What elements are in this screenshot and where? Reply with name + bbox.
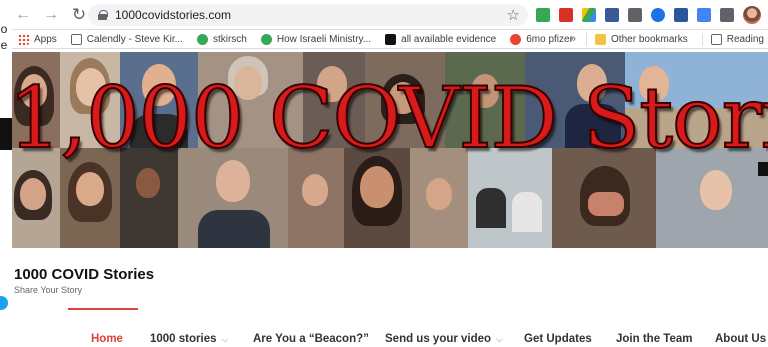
menu-item-send-video[interactable]: Send us your video ⌵	[385, 333, 503, 345]
menu-label: Get Updates	[524, 333, 592, 345]
menu-item-join-team[interactable]: Join the Team	[616, 333, 692, 345]
other-bookmarks[interactable]: Other bookmarks	[595, 33, 688, 45]
google-drive-icon[interactable]	[582, 8, 596, 22]
menu-item-about-us[interactable]: About Us	[715, 333, 766, 345]
main-menu: Home 1000 stories ⌵ Are You a “Beacon?” S…	[8, 327, 768, 347]
apps-grid-icon	[18, 33, 29, 45]
address-url: 1000covidstories.com	[115, 8, 232, 22]
bookmark-label: How Israeli Ministry...	[276, 33, 372, 45]
active-menu-indicator	[68, 308, 138, 310]
extensions-bar	[536, 6, 761, 24]
pfizer-icon	[510, 33, 522, 45]
bookmark-calendly[interactable]: Calendly - Steve Kir...	[70, 33, 183, 45]
extension-icon[interactable]	[651, 8, 665, 22]
bookmark-label: Reading	[726, 33, 764, 45]
background-window-fragment: ho he t	[0, 0, 12, 347]
chevron-down-icon: ⌵	[221, 334, 229, 344]
bookmark-evidence[interactable]: all available evidence	[385, 33, 497, 45]
bookmark-label: 6mo pfizer	[526, 33, 573, 45]
t-icon	[385, 33, 397, 45]
pdf-extension-icon[interactable]	[559, 8, 573, 22]
bookmark-pfizer[interactable]: 6mo pfizer	[510, 33, 573, 45]
menu-label: 1000 stories	[150, 333, 217, 345]
menu-item-get-updates[interactable]: Get Updates	[524, 333, 592, 345]
fragment-text: ho	[0, 22, 8, 36]
back-icon[interactable]: ←	[12, 4, 34, 26]
bookmark-label: Calendly - Steve Kir...	[86, 33, 183, 45]
browser-toolbar: ← → ↻ 1000covidstories.com ☆	[8, 0, 768, 30]
bookmark-label: Apps	[34, 33, 57, 45]
bookmarks-overflow-button[interactable]: »	[570, 33, 576, 45]
reload-icon[interactable]: ↻	[68, 4, 90, 26]
extension-icon[interactable]	[628, 8, 642, 22]
menu-label: Home	[91, 333, 123, 345]
play-icon	[260, 33, 272, 45]
play-icon	[196, 33, 208, 45]
banner-title: 1,000 COVID Stories	[8, 69, 768, 167]
hero-banner: 1,000 COVID Stories	[8, 52, 768, 248]
site-title[interactable]: 1000 COVID Stories	[14, 266, 154, 283]
reading-list[interactable]: Reading	[710, 33, 764, 45]
bookmark-label: all available evidence	[401, 33, 497, 45]
chevron-down-icon: ⌵	[496, 334, 503, 344]
site-tagline: Share Your Story	[14, 285, 83, 295]
bookmarks-bar: Apps Calendly - Steve Kir... stkirsch Ho…	[8, 30, 768, 49]
menu-label: Join the Team	[616, 333, 693, 345]
reading-list-icon	[710, 33, 722, 45]
menu-label: About Us	[715, 333, 767, 345]
puzzle-icon[interactable]	[720, 8, 734, 22]
divider	[586, 32, 588, 46]
calendly-icon	[70, 33, 82, 45]
bookmark-label: Other bookmarks	[611, 33, 688, 45]
bookmark-label: stkirsch	[212, 33, 247, 45]
lock-icon[interactable]	[98, 10, 108, 20]
menu-item-1000-stories[interactable]: 1000 stories ⌵	[150, 333, 228, 345]
menu-label: Send us your video	[385, 333, 492, 345]
forward-icon[interactable]: →	[40, 4, 62, 26]
menu-label: Are You a “Beacon?”	[253, 333, 369, 345]
menu-item-beacon[interactable]: Are You a “Beacon?”	[253, 333, 369, 345]
address-bar[interactable]: 1000covidstories.com ☆	[88, 4, 528, 26]
bookmark-star-icon[interactable]: ☆	[507, 6, 520, 24]
bookmarks-right: » Other bookmarks Reading	[570, 32, 768, 46]
menu-item-home[interactable]: Home	[91, 333, 123, 345]
profile-avatar[interactable]	[743, 6, 761, 24]
bookmark-israeli-ministry[interactable]: How Israeli Ministry...	[260, 33, 372, 45]
translate-extension-icon[interactable]	[697, 8, 711, 22]
fragment-text: he	[0, 38, 8, 52]
telegram-icon[interactable]	[0, 296, 8, 310]
divider	[701, 32, 703, 46]
folder-icon	[595, 33, 607, 45]
fragment-dark-block	[0, 118, 12, 150]
extension-icon[interactable]	[536, 8, 550, 22]
bookmark-stkirsch[interactable]: stkirsch	[196, 33, 247, 45]
word-extension-icon[interactable]	[674, 8, 688, 22]
bookmark-apps[interactable]: Apps	[18, 33, 57, 45]
tumblr-extension-icon[interactable]	[605, 8, 619, 22]
